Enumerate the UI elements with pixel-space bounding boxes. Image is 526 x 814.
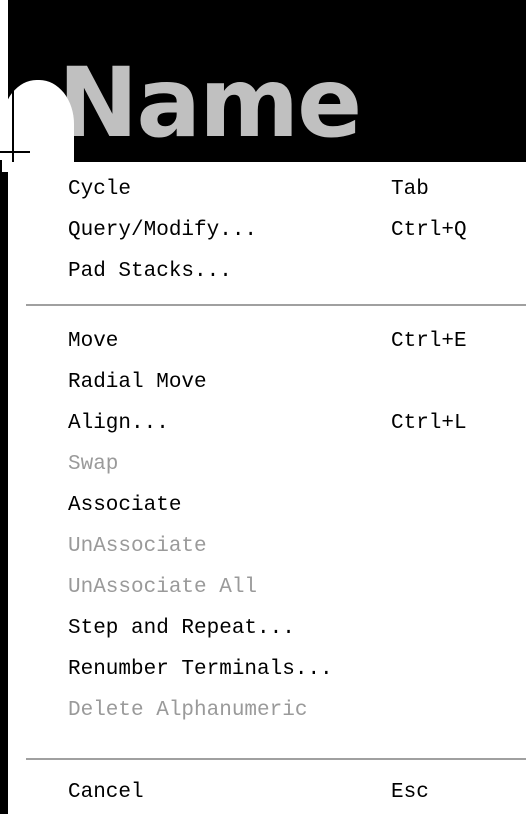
menu-item-associate[interactable]: Associate (68, 488, 508, 524)
menu-item-cancel[interactable]: Cancel Esc (68, 775, 508, 811)
menu-item-label: Renumber Terminals... (68, 658, 333, 681)
menu-item-unassociate-all: UnAssociate All (68, 570, 508, 606)
cursor-crosshair-horizontal (0, 151, 30, 153)
menu-item-label: Pad Stacks... (68, 260, 232, 283)
menu-item-shortcut: Esc (391, 781, 429, 804)
menu-item-label: Cancel (68, 781, 144, 804)
menu-item-label: Move (68, 330, 119, 353)
canvas[interactable]: Name Cycle Tab Query/Modify... Ctrl+Q Pa… (0, 0, 526, 814)
background-text: Name (58, 47, 362, 159)
menu-item-query-modify[interactable]: Query/Modify... Ctrl+Q (68, 213, 508, 249)
menu-item-label: UnAssociate (68, 535, 207, 558)
menu-item-label: Delete Alphanumeric (68, 699, 308, 722)
menu-item-align[interactable]: Align... Ctrl+L (68, 406, 508, 442)
menu-item-move[interactable]: Move Ctrl+E (68, 324, 508, 360)
menu-item-shortcut: Ctrl+Q (391, 219, 467, 242)
menu-item-label: UnAssociate All (68, 576, 258, 599)
menu-item-shortcut: Tab (391, 178, 429, 201)
menu-item-label: Align... (68, 412, 169, 435)
menu-item-unassociate: UnAssociate (68, 529, 508, 565)
menu-item-radial-move[interactable]: Radial Move (68, 365, 508, 401)
menu-item-label: Radial Move (68, 371, 207, 394)
menu-item-label: Query/Modify... (68, 219, 258, 242)
menu-item-shortcut: Ctrl+L (391, 412, 467, 435)
menu-separator (26, 758, 526, 761)
menu-item-label: Associate (68, 494, 182, 517)
cursor-crosshair-vertical (12, 0, 14, 175)
menu-item-label: Cycle (68, 178, 132, 201)
menu-separator (26, 304, 526, 307)
menu-item-swap: Swap (68, 447, 508, 483)
menu-item-pad-stacks[interactable]: Pad Stacks... (68, 254, 508, 290)
context-menu: Cycle Tab Query/Modify... Ctrl+Q Pad Sta… (8, 162, 526, 814)
menu-item-delete-alphanumeric: Delete Alphanumeric (68, 693, 508, 729)
menu-item-cycle[interactable]: Cycle Tab (68, 172, 508, 208)
menu-item-step-and-repeat[interactable]: Step and Repeat... (68, 611, 508, 647)
menu-item-label: Swap (68, 453, 119, 476)
menu-item-shortcut: Ctrl+E (391, 330, 467, 353)
menu-item-label: Step and Repeat... (68, 617, 295, 640)
menu-item-renumber-terminals[interactable]: Renumber Terminals... (68, 652, 508, 688)
